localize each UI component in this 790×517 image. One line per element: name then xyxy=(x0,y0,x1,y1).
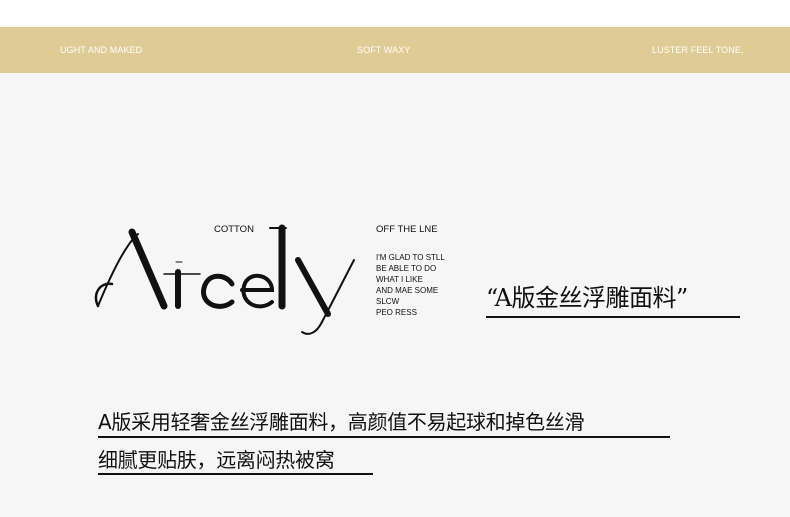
quote-underline xyxy=(486,316,740,318)
band-text-center: SOFT WAXY xyxy=(357,45,411,55)
poem-line: BE ABLE TO DO xyxy=(376,264,437,273)
fabric-quote: “A版金丝浮雕面料” xyxy=(486,284,688,312)
description-line-2: 细腻更贴肤，远离闷热被窝 xyxy=(98,448,335,472)
poem-line: PEO RESS xyxy=(376,308,417,317)
poem-line: I'M GLAD TO STLL xyxy=(376,253,445,262)
side-poem: I'M GLAD TO STLL BE ABLE TO DO WHAT I LI… xyxy=(376,252,445,318)
poem-line: SLCW xyxy=(376,297,400,306)
top-spacer xyxy=(0,0,790,27)
poem-line: AND MAE SOME xyxy=(376,286,439,295)
description-underline-1 xyxy=(98,436,670,438)
cotton-label: COTTON xyxy=(214,224,254,235)
description-line-1: A版采用轻奢金丝浮雕面料，高颜值不易起球和掉色丝滑 xyxy=(98,410,585,434)
band-text-left: UGHT AND MAKED xyxy=(60,45,143,55)
poem-line: WHAT I LIKE xyxy=(376,275,423,284)
band-text-right: LUSTER FEEL TONE, xyxy=(652,45,744,55)
side-heading: OFF THE LNE xyxy=(376,224,438,235)
ately-logo xyxy=(94,224,355,335)
description-underline-2 xyxy=(98,473,373,475)
